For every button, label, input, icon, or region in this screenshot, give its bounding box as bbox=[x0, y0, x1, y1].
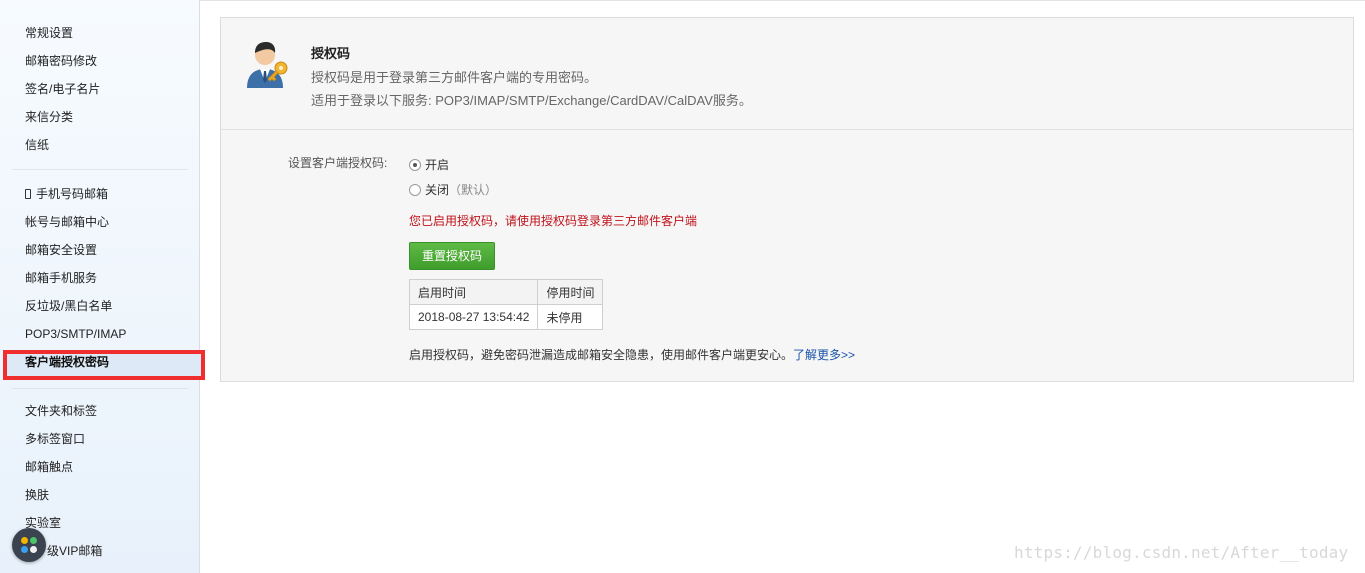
disable-time-cell: 未停用 bbox=[537, 304, 604, 330]
sidebar-item-vip[interactable]: 级VIP邮箱 bbox=[47, 539, 102, 563]
radio-label: 关闭 bbox=[425, 183, 450, 197]
radio-option-off[interactable]: 关闭（默认） bbox=[409, 181, 497, 198]
page-description: 授权码是用于登录第三方邮件客户端的专用密码。 bbox=[311, 70, 598, 85]
footer-note-text: 启用授权码，避免密码泄漏造成邮箱安全隐患，使用邮件客户端更安心。 bbox=[409, 348, 794, 362]
radio-unchecked-icon[interactable] bbox=[409, 184, 421, 196]
grid-dot-icon bbox=[21, 546, 28, 553]
sidebar-item-account-center[interactable]: 帐号与邮箱中心 bbox=[25, 210, 109, 234]
radio-checked-icon[interactable] bbox=[409, 159, 421, 171]
learn-more-link[interactable]: 了解更多>> bbox=[793, 348, 855, 362]
auth-code-setting-label: 设置客户端授权码: bbox=[288, 156, 388, 170]
settings-sidebar: 常规设置 邮箱密码修改 签名/电子名片 来信分类 信纸 手机号码邮箱 帐号与邮箱… bbox=[0, 0, 205, 573]
phone-icon bbox=[25, 189, 31, 199]
sidebar-item-mail-rules[interactable]: 来信分类 bbox=[25, 105, 73, 129]
radio-option-on[interactable]: 开启 bbox=[409, 156, 449, 173]
enable-time-cell: 2018-08-27 13:54:42 bbox=[408, 304, 539, 330]
auth-code-time-table: 启用时间 停用时间 2018-08-27 13:54:42 未停用 bbox=[408, 279, 604, 330]
sidebar-item-antispam[interactable]: 反垃圾/黑白名单 bbox=[25, 294, 112, 318]
sidebar-item-skin[interactable]: 换肤 bbox=[25, 483, 49, 507]
enabled-warning-text: 您已启用授权码，请使用授权码登录第三方邮件客户端 bbox=[409, 214, 698, 228]
table-row: 2018-08-27 13:54:42 未停用 bbox=[408, 304, 604, 330]
table-header-row: 启用时间 停用时间 bbox=[408, 279, 604, 305]
top-border bbox=[200, 0, 1365, 1]
app-grid-floating-button[interactable] bbox=[12, 528, 46, 562]
column-header: 停用时间 bbox=[537, 279, 604, 305]
sidebar-item-general[interactable]: 常规设置 bbox=[25, 21, 73, 45]
page-title: 授权码 bbox=[311, 46, 351, 61]
user-key-icon bbox=[247, 42, 288, 88]
sidebar-item-pop3[interactable]: POP3/SMTP/IMAP bbox=[25, 322, 126, 346]
auth-code-panel: 授权码 授权码是用于登录第三方邮件客户端的专用密码。 适用于登录以下服务: PO… bbox=[220, 17, 1354, 382]
grid-dot-icon bbox=[30, 546, 37, 553]
sidebar-item-stationery[interactable]: 信纸 bbox=[25, 133, 49, 157]
sidebar-item-phone-mail[interactable]: 手机号码邮箱 bbox=[25, 182, 108, 206]
radio-label: 开启 bbox=[425, 158, 450, 172]
watermark: https://blog.csdn.net/After__today bbox=[1014, 543, 1349, 562]
sidebar-item-touchpoint[interactable]: 邮箱触点 bbox=[25, 455, 73, 479]
panel-header: 授权码 授权码是用于登录第三方邮件客户端的专用密码。 适用于登录以下服务: PO… bbox=[221, 18, 1353, 130]
grid-dot-icon bbox=[30, 537, 37, 544]
sidebar-item-phone-service[interactable]: 邮箱手机服务 bbox=[25, 266, 97, 290]
supported-services-text: 适用于登录以下服务: POP3/IMAP/SMTP/Exchange/CardD… bbox=[311, 93, 752, 108]
reset-auth-code-button[interactable]: 重置授权码 bbox=[409, 242, 495, 270]
sidebar-divider bbox=[12, 388, 188, 389]
sidebar-item-multi-tab[interactable]: 多标签窗口 bbox=[25, 427, 85, 451]
footer-note: 启用授权码，避免密码泄漏造成邮箱安全隐患，使用邮件客户端更安心。了解更多>> bbox=[409, 346, 855, 363]
sidebar-item-security[interactable]: 邮箱安全设置 bbox=[25, 238, 97, 262]
sidebar-item-signature[interactable]: 签名/电子名片 bbox=[25, 77, 100, 101]
sidebar-item-password[interactable]: 邮箱密码修改 bbox=[25, 49, 97, 73]
default-note: （默认） bbox=[449, 183, 498, 197]
column-header: 启用时间 bbox=[408, 279, 539, 305]
sidebar-item-folders[interactable]: 文件夹和标签 bbox=[25, 399, 97, 423]
sidebar-item-label: 手机号码邮箱 bbox=[36, 187, 109, 201]
sidebar-item-client-auth-code[interactable]: 客户端授权密码 bbox=[25, 350, 109, 374]
sidebar-divider bbox=[12, 169, 188, 170]
grid-dot-icon bbox=[21, 537, 28, 544]
